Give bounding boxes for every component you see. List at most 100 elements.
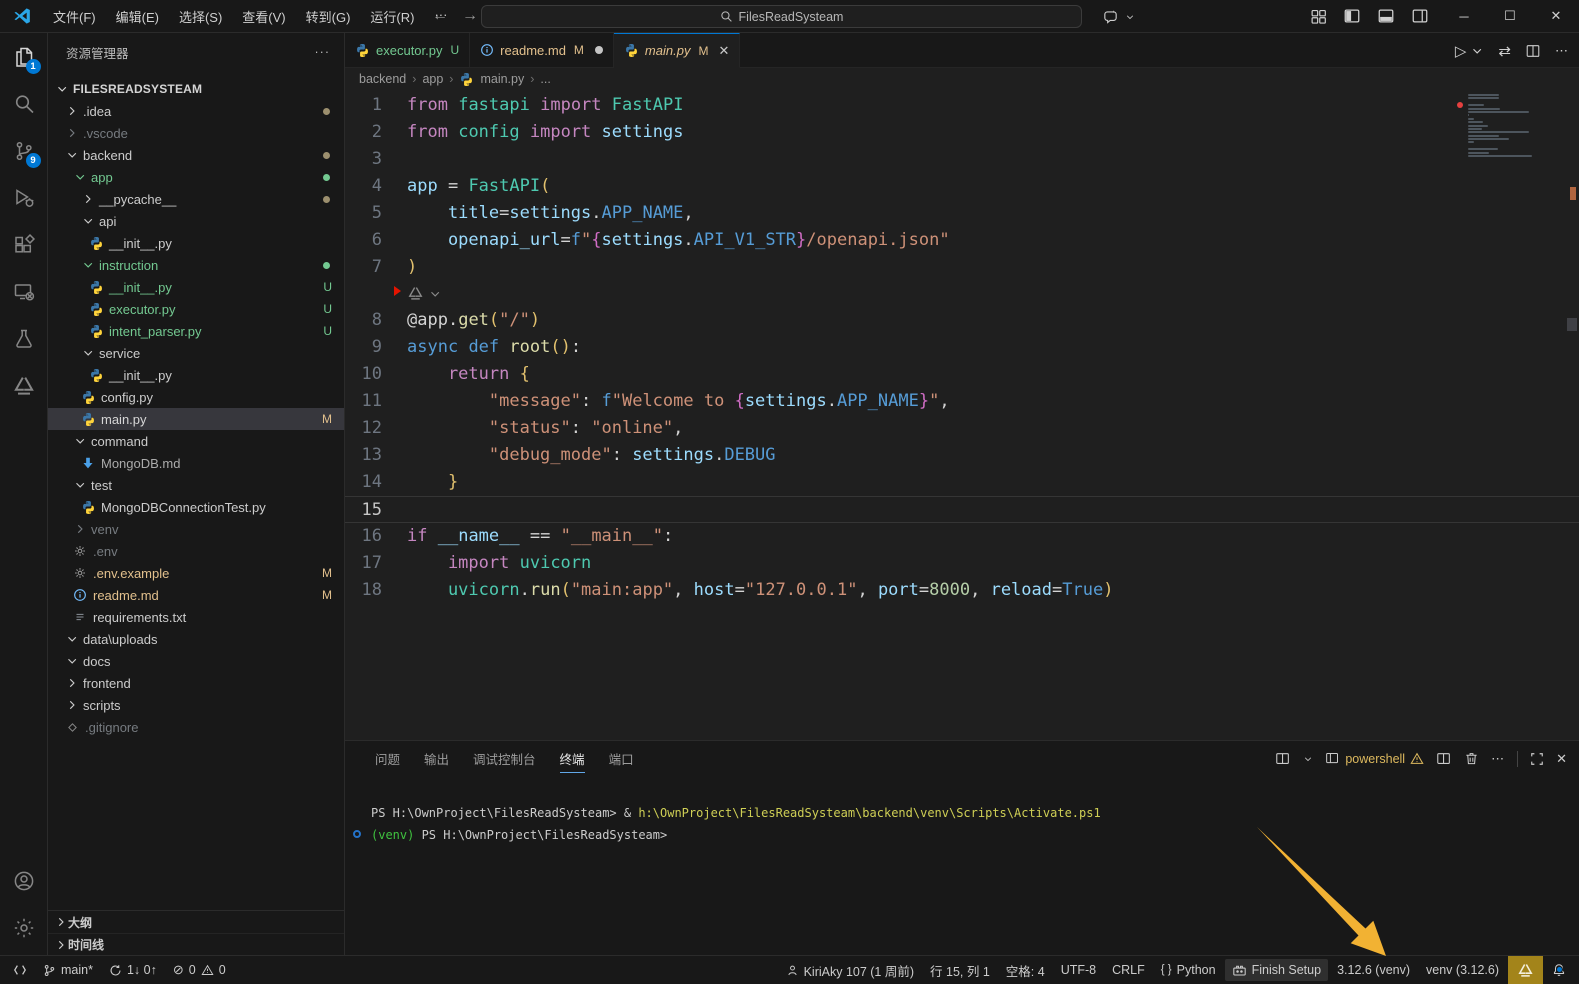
code-line-4[interactable]: 4app = FastAPI( (345, 173, 1579, 200)
tree-folder-instruction[interactable]: instruction (48, 254, 344, 276)
status-indentation[interactable]: 空格: 4 (999, 959, 1052, 981)
run-dropdown-chevron-icon[interactable] (1470, 44, 1484, 58)
editor-tab-readme.md[interactable]: readme.mdM (470, 33, 614, 67)
menu-item[interactable]: 转到(G) (297, 3, 360, 30)
panel-more-actions-icon[interactable]: ⋯ (1491, 751, 1505, 767)
code-line-14[interactable]: 14 } (345, 469, 1579, 496)
code-line-9[interactable]: 9async def root(): (345, 334, 1579, 361)
terminal-profile-chevron-icon[interactable] (1303, 754, 1313, 764)
tree-folder-scripts[interactable]: scripts (48, 694, 344, 716)
minimize-button[interactable]: ─ (1441, 0, 1487, 32)
status-python-version[interactable]: 3.12.6 (venv) (1330, 959, 1417, 981)
close-tab-icon[interactable]: ✕ (718, 43, 729, 59)
nav-back-button[interactable]: ← (432, 7, 448, 25)
status-branch[interactable]: main* (36, 959, 100, 981)
code-line-12[interactable]: 12 "status": "online", (345, 415, 1579, 442)
code-line-2[interactable]: 2from config import settings (345, 119, 1579, 146)
sidebar-section[interactable]: 大纲 (48, 911, 344, 933)
split-editor-icon[interactable] (1525, 43, 1541, 59)
tree-file-__init__.py[interactable]: __init__.py (48, 232, 344, 254)
menu-item[interactable]: 选择(S) (170, 3, 231, 30)
activity-account-icon[interactable] (0, 857, 48, 904)
status-remote[interactable] (6, 959, 34, 981)
breadcrumb-item[interactable]: ... (540, 72, 550, 86)
tree-root[interactable]: FILESREADSYSTEAM (48, 78, 344, 100)
tree-file-executor.py[interactable]: executor.pyU (48, 298, 344, 320)
status-cursor-position[interactable]: 行 15, 列 1 (923, 959, 997, 981)
panel-tab-终端[interactable]: 终端 (550, 743, 595, 774)
toggle-panel-icon[interactable] (1377, 7, 1395, 25)
tree-file-intent_parser.py[interactable]: intent_parser.pyU (48, 320, 344, 342)
minimap[interactable] (1468, 94, 1532, 158)
tree-file-readme.md[interactable]: readme.mdM (48, 584, 344, 606)
tree-file-__init__.py[interactable]: __init__.py (48, 364, 344, 386)
code-line-13[interactable]: 13 "debug_mode": settings.DEBUG (345, 442, 1579, 469)
command-center-search[interactable]: FilesReadSysteam (481, 5, 1082, 28)
activity-remote-explorer-icon[interactable] (0, 268, 48, 315)
open-changes-icon[interactable]: ⇄ (1498, 42, 1511, 60)
tree-file-.env.example[interactable]: .env.exampleM (48, 562, 344, 584)
code-line-17[interactable]: 17 import uvicorn (345, 550, 1579, 577)
status-venv-indicator[interactable]: venv (3.12.6) (1419, 959, 1506, 981)
close-panel-icon[interactable]: ✕ (1556, 751, 1567, 767)
code-line-16[interactable]: 16if __name__ == "__main__": (345, 523, 1579, 550)
tree-folder-.idea[interactable]: .idea (48, 100, 344, 122)
toggle-secondary-sidebar-icon[interactable] (1411, 7, 1429, 25)
status-blame[interactable]: KiriAky 107 (1 周前) (779, 959, 921, 981)
tree-folder-test[interactable]: test (48, 474, 344, 496)
kill-terminal-icon[interactable] (1464, 751, 1479, 766)
code-editor[interactable]: 1from fastapi import FastAPI2from config… (345, 90, 1579, 740)
close-button[interactable]: ✕ (1533, 0, 1579, 32)
qodo-inline-widget[interactable] (407, 285, 442, 302)
activity-qodo-icon[interactable] (0, 362, 48, 409)
activity-source-control-icon[interactable]: 9 (0, 127, 48, 174)
tree-file-main.py[interactable]: main.pyM (48, 408, 344, 430)
tree-file-requirements.txt[interactable]: requirements.txt (48, 606, 344, 628)
tree-folder-docs[interactable]: docs (48, 650, 344, 672)
status-sync[interactable]: 1↓ 0↑ (102, 959, 164, 981)
code-line-11[interactable]: 11 "message": f"Welcome to {settings.APP… (345, 388, 1579, 415)
maximize-button[interactable]: ☐ (1487, 0, 1533, 32)
status-encoding[interactable]: UTF-8 (1054, 959, 1103, 981)
code-line-18[interactable]: 18 uvicorn.run("main:app", host="127.0.0… (345, 577, 1579, 604)
code-line-6[interactable]: 6 openapi_url=f"{settings.API_V1_STR}/op… (345, 227, 1579, 254)
tree-file-.gitignore[interactable]: .gitignore (48, 716, 344, 738)
breadcrumb-item[interactable]: app (422, 72, 443, 86)
activity-testing-icon[interactable] (0, 315, 48, 362)
panel-tab-调试控制台[interactable]: 调试控制台 (463, 743, 546, 774)
panel-tab-端口[interactable]: 端口 (599, 743, 644, 774)
status-notifications[interactable] (1545, 959, 1573, 981)
activity-settings-icon[interactable] (0, 904, 48, 951)
activity-search-icon[interactable] (0, 80, 48, 127)
editor-tab-executor.py[interactable]: executor.pyU (345, 33, 470, 67)
status-finish-setup[interactable]: Finish Setup (1225, 959, 1328, 981)
code-line-7[interactable]: 7) (345, 254, 1579, 281)
command-decoration[interactable] (353, 830, 361, 838)
code-line-1[interactable]: 1from fastapi import FastAPI (345, 92, 1579, 119)
tree-file-__init__.py[interactable]: __init__.pyU (48, 276, 344, 298)
status-language-mode[interactable]: { }Python (1154, 959, 1223, 981)
tree-folder-__pycache__[interactable]: __pycache__ (48, 188, 344, 210)
menu-item[interactable]: 编辑(E) (107, 3, 168, 30)
code-line-8[interactable]: 8@app.get("/") (345, 307, 1579, 334)
panel-tab-问题[interactable]: 问题 (365, 743, 410, 774)
tree-file-MongoDBConnectionTest.py[interactable]: MongoDBConnectionTest.py (48, 496, 344, 518)
terminal-output[interactable]: PS H:\OwnProject\FilesReadSysteam> & h:\… (345, 776, 1579, 846)
copilot-button[interactable] (1094, 4, 1143, 29)
breadcrumb-item[interactable]: backend (359, 72, 406, 86)
activity-explorer-icon[interactable]: 1 (0, 33, 48, 80)
run-python-file-icon[interactable]: ▷ (1455, 42, 1467, 60)
nav-forward-button[interactable]: → (462, 7, 478, 25)
sidebar-section[interactable]: 时间线 (48, 933, 344, 955)
dirty-indicator[interactable] (595, 46, 603, 54)
breakpoint-marker[interactable] (394, 286, 401, 296)
editor-more-actions-icon[interactable]: ⋯ (1555, 43, 1569, 59)
tree-folder-backend[interactable]: backend (48, 144, 344, 166)
activity-run-debug-icon[interactable] (0, 174, 48, 221)
split-terminal-icon[interactable] (1436, 751, 1452, 767)
code-line-3[interactable]: 3 (345, 146, 1579, 173)
maximize-panel-icon[interactable] (1530, 752, 1544, 766)
status-problems[interactable]: ⊘00 (166, 959, 233, 981)
tree-file-.env[interactable]: .env (48, 540, 344, 562)
tree-file-MongoDB.md[interactable]: MongoDB.md (48, 452, 344, 474)
